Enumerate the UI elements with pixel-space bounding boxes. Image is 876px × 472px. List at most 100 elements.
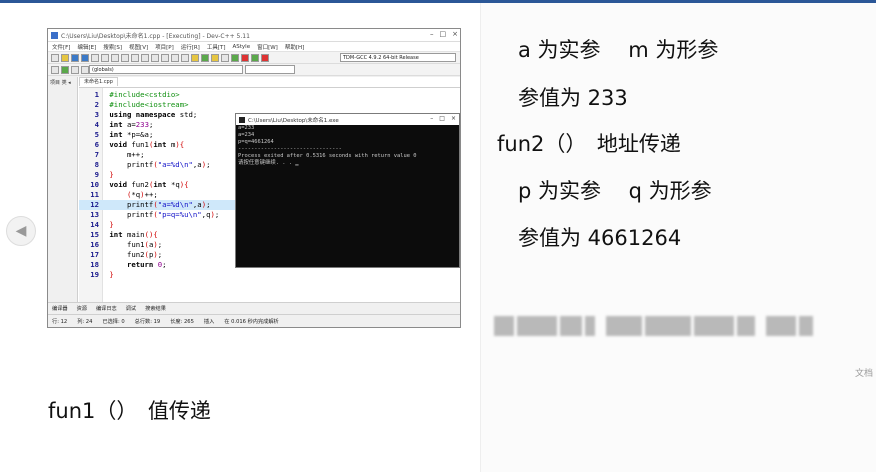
console-maximize-icon[interactable]: □ [439, 115, 445, 122]
console-output: a=233 a=234 p=q=4661264 ----------------… [236, 125, 459, 167]
file-tab[interactable]: 未命名1.cpp [79, 77, 118, 86]
remove-from-project-icon[interactable] [71, 65, 79, 74]
menu-window[interactable]: 窗口[W] [257, 43, 278, 51]
code-line[interactable]: 19 } [79, 270, 460, 280]
status-total-lines: 总行数: 19 [134, 318, 161, 325]
tab-resources[interactable]: 资源 [77, 305, 87, 312]
redo-icon[interactable] [121, 53, 129, 62]
code-text: return 0; [126, 260, 167, 269]
code-text: void fun2(int *q){ [109, 180, 189, 189]
close-icon[interactable]: × [452, 30, 458, 38]
text-line-fun2-heading: fun2（） 地址传递 [497, 132, 681, 156]
tab-compiler[interactable]: 编译器 [52, 305, 68, 312]
line-number: 15 [90, 230, 99, 239]
line-number: 18 [90, 260, 99, 269]
console-line: 请按任意键继续. . . ▁ [238, 160, 299, 166]
ide-toolbar-secondary: (globals) [48, 64, 460, 76]
devcpp-logo-icon [51, 31, 58, 39]
code-text: } [109, 270, 114, 279]
console-window-controls: – □ × [430, 115, 456, 122]
find-icon[interactable] [131, 53, 139, 62]
menu-run[interactable]: 运行[R] [181, 43, 200, 51]
previous-page-arrow-icon[interactable]: ◀ [6, 216, 36, 246]
compile-icon[interactable] [191, 53, 199, 62]
code-text: int a=233; [109, 120, 154, 129]
menu-search[interactable]: 搜索[S] [103, 43, 122, 51]
unindent-icon[interactable] [171, 53, 179, 62]
code-text: int *p=&a; [109, 130, 154, 139]
bottom-panel-tabs: 编译器 资源 编译日志 调试 搜索结果 [48, 302, 460, 313]
check-syntax-icon[interactable] [231, 53, 239, 62]
redacted-text [494, 312, 813, 340]
class-browser-icon[interactable] [81, 65, 89, 74]
rebuild-icon[interactable] [221, 53, 229, 62]
code-text: int main(){ [109, 230, 158, 239]
redacted-block [560, 316, 582, 336]
redacted-block [606, 316, 642, 336]
text-line-params-p-q: p 为实参 q 为形参 [518, 179, 712, 203]
menu-tools[interactable]: 工具[T] [207, 43, 226, 51]
open-file-icon[interactable] [61, 53, 69, 62]
redacted-block [766, 316, 796, 336]
line-number: 12 [90, 200, 99, 209]
redacted-block [694, 316, 734, 336]
menu-view[interactable]: 视图[V] [129, 43, 148, 51]
close-file-icon[interactable] [91, 53, 99, 62]
goto-icon[interactable] [151, 53, 159, 62]
replace-icon[interactable] [141, 53, 149, 62]
redacted-block [494, 316, 514, 336]
status-bar: 行: 12 列: 24 已选择: 0 总行数: 19 长度: 265 插入 在 … [48, 314, 460, 327]
tab-debug[interactable]: 调试 [126, 305, 136, 312]
console-line: Process exited after 0.5316 seconds with… [238, 153, 417, 159]
tab-search-results[interactable]: 搜索结果 [145, 305, 166, 312]
member-select[interactable] [245, 65, 295, 74]
redacted-block [737, 316, 755, 336]
code-text: } [109, 220, 114, 229]
menu-file[interactable]: 文件[F] [52, 43, 70, 51]
undo-icon[interactable] [111, 53, 119, 62]
status-mode: 插入 [203, 318, 215, 325]
compiler-select[interactable]: TDM-GCC 4.9.2 64-bit Release [340, 53, 456, 62]
compile-run-icon[interactable] [211, 53, 219, 62]
console-title-bar: C:\Users\Liu\Desktop\未命名1.exe – □ × [236, 114, 459, 125]
redacted-block [799, 316, 813, 336]
line-number: 11 [90, 190, 99, 199]
indent-icon[interactable] [161, 53, 169, 62]
menu-edit[interactable]: 编辑[E] [77, 43, 96, 51]
code-text: #include<cstdio> [109, 90, 180, 99]
scope-select[interactable]: (globals) [89, 65, 243, 74]
code-text: using namespace std; [109, 110, 198, 119]
project-class-tabs[interactable]: 项目 类 ◂ [48, 77, 78, 302]
line-number: 10 [90, 180, 99, 189]
toggle-comment-icon[interactable] [181, 53, 189, 62]
add-to-project-icon[interactable] [61, 65, 69, 74]
stop-icon[interactable] [241, 53, 249, 62]
tab-compile-log[interactable]: 编译日志 [96, 305, 117, 312]
line-number: 9 [94, 170, 99, 179]
maximize-icon[interactable]: □ [440, 30, 447, 38]
code-line[interactable]: 2 #include<iostream> [79, 100, 460, 110]
console-window[interactable]: C:\Users\Liu\Desktop\未命名1.exe – □ × a=23… [235, 113, 460, 268]
save-all-icon[interactable] [81, 53, 89, 62]
menu-project[interactable]: 项目[P] [155, 43, 174, 51]
delete-profile-icon[interactable] [261, 53, 269, 62]
line-number: 7 [94, 150, 99, 159]
new-file-icon[interactable] [51, 53, 59, 62]
doc-tag: 文档 [854, 369, 873, 379]
profile-icon[interactable] [251, 53, 259, 62]
new-project-icon[interactable] [51, 65, 59, 74]
minimize-icon[interactable]: – [430, 30, 434, 38]
line-number: 8 [94, 160, 99, 169]
menu-astyle[interactable]: AStyle [233, 44, 251, 50]
print-icon[interactable] [101, 53, 109, 62]
save-icon[interactable] [71, 53, 79, 62]
console-close-icon[interactable]: × [451, 115, 456, 122]
console-minimize-icon[interactable]: – [430, 115, 433, 122]
code-text: printf("p=q=%u\n",q); [105, 210, 220, 219]
run-icon[interactable] [201, 53, 209, 62]
ide-window-controls: – □ × [430, 30, 458, 38]
line-number: 14 [90, 220, 99, 229]
code-text: fun2(p); [105, 250, 163, 259]
menu-help[interactable]: 帮助[H] [285, 43, 304, 51]
code-line[interactable]: 1 #include<cstdio> [79, 90, 460, 100]
